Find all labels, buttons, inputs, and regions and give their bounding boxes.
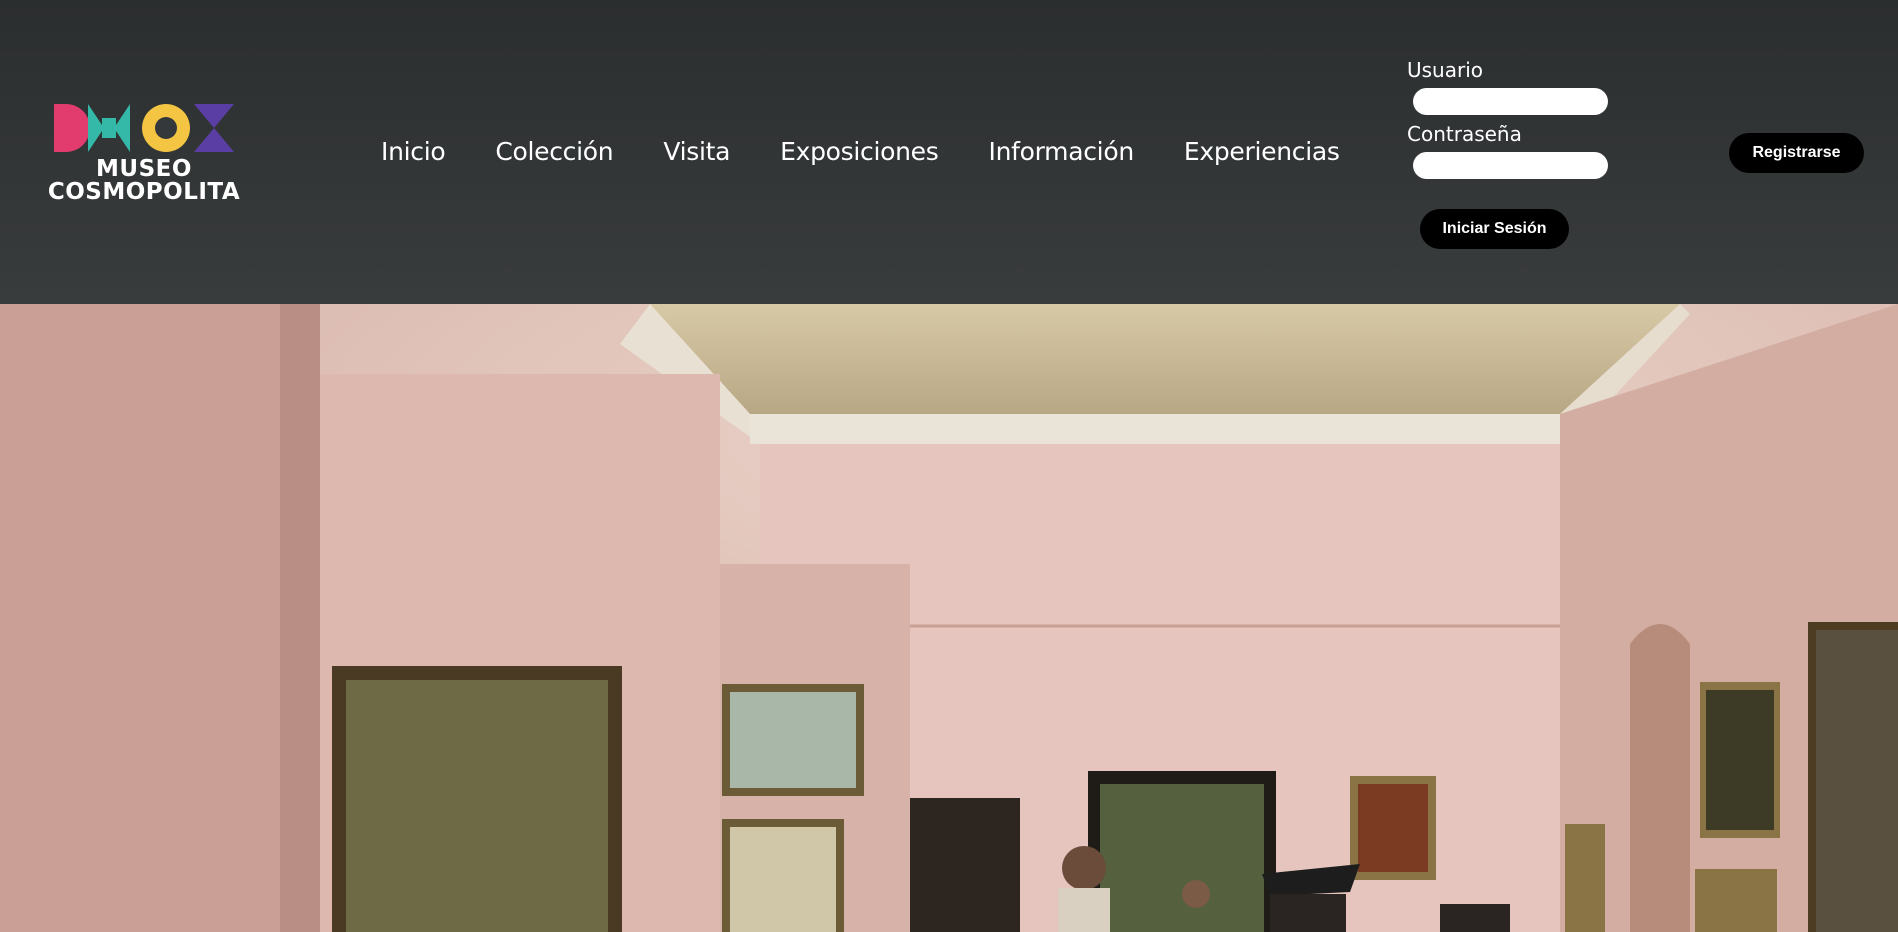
login-button[interactable]: Iniciar Sesión (1420, 209, 1569, 249)
nav-coleccion[interactable]: Colección (495, 137, 613, 166)
nav-inicio[interactable]: Inicio (381, 137, 446, 166)
site-header: MUSEO COSMOPOLITA Inicio Colección Visit… (0, 0, 1898, 304)
logo-line-2: COSMOPOLITA (47, 179, 241, 205)
username-label: Usuario (1407, 58, 1484, 82)
username-input[interactable] (1413, 88, 1608, 115)
main-nav: Inicio Colección Visita Exposiciones Inf… (381, 137, 1390, 166)
museum-gallery-photo (0, 304, 1898, 932)
nav-experiencias[interactable]: Experiencias (1184, 137, 1340, 166)
register-button[interactable]: Registrarse (1729, 133, 1864, 173)
password-input[interactable] (1413, 152, 1608, 179)
logo-line-1: MUSEO (96, 156, 192, 182)
nav-exposiciones[interactable]: Exposiciones (780, 137, 939, 166)
museum-logo[interactable]: MUSEO COSMOPOLITA (44, 100, 244, 210)
nav-informacion[interactable]: Información (989, 137, 1135, 166)
logo-text: MUSEO COSMOPOLITA (44, 158, 244, 204)
nav-visita[interactable]: Visita (663, 137, 730, 166)
password-label: Contraseña (1407, 122, 1522, 146)
hero-image (0, 304, 1898, 932)
logo-mark-icon (54, 104, 234, 152)
